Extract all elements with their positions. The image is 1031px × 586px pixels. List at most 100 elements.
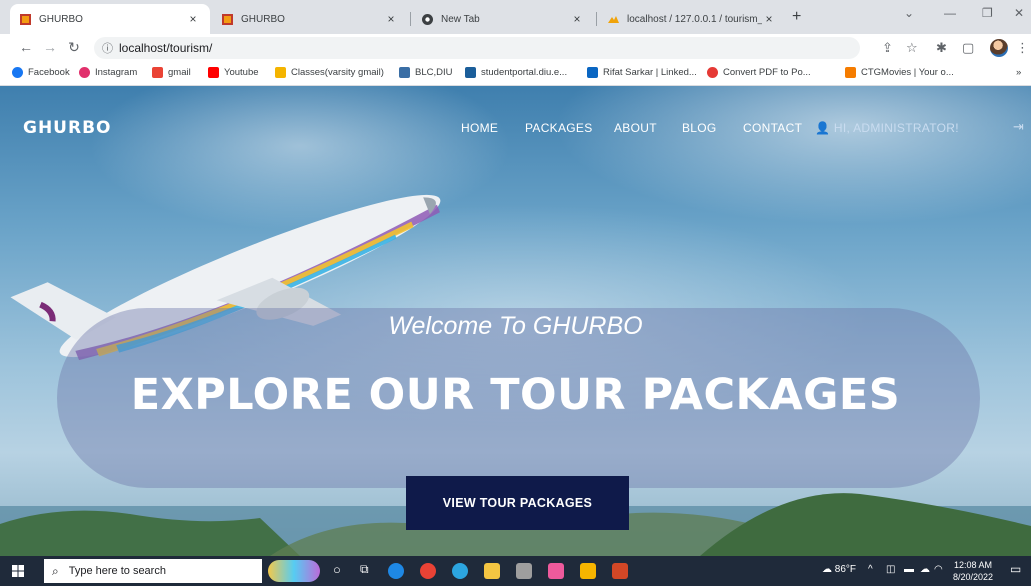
ghurbo-favicon-icon — [20, 13, 31, 25]
hero-section: GHURBO HOME PACKAGES ABOUT BLOG CONTACT … — [0, 86, 1031, 556]
side-panel-icon[interactable]: ▢ — [962, 40, 974, 56]
bookmark-convert-pdf[interactable]: Convert PDF to Po... — [707, 67, 811, 78]
bookmark-gmail[interactable]: gmail — [152, 67, 191, 78]
onedrive-icon[interactable]: ☁ — [920, 564, 930, 575]
wifi-icon[interactable]: ◠ — [934, 564, 943, 575]
powerpoint-icon[interactable] — [612, 563, 628, 579]
telegram-icon[interactable] — [452, 563, 468, 579]
bookmark-label: CTGMovies | Your o... — [861, 67, 954, 78]
close-tab-icon[interactable]: × — [384, 12, 398, 26]
bookmark-linkedin[interactable]: Rifat Sarkar | Linked... — [587, 67, 697, 78]
nav-contact[interactable]: CONTACT — [743, 121, 802, 135]
bookmark-studentportal[interactable]: studentportal.diu.e... — [465, 67, 567, 78]
url-text: localhost/tourism/ — [119, 41, 213, 55]
studentportal-icon — [465, 67, 476, 78]
bookmark-label: studentportal.diu.e... — [481, 67, 568, 78]
classroom-icon — [275, 67, 286, 78]
taskbar-search-box[interactable]: ⌕ Type here to search — [44, 559, 262, 583]
bookmark-instagram[interactable]: Instagram — [79, 67, 137, 78]
back-icon[interactable]: ← — [18, 39, 34, 55]
tab-ghurbo[interactable]: GHURBO × — [212, 4, 408, 34]
browser-menu-icon[interactable]: ⋮ — [1016, 40, 1029, 56]
bookmark-label: Convert PDF to Po... — [723, 67, 811, 78]
user-icon: 👤 — [815, 121, 831, 135]
nav-packages[interactable]: PACKAGES — [525, 121, 593, 135]
pdf-heart-icon — [707, 67, 718, 78]
tab-new-tab[interactable]: New Tab × — [412, 4, 594, 34]
weather-icon: ☁ — [822, 564, 832, 575]
ghurbo-favicon-icon — [222, 13, 233, 25]
bookmark-star-icon[interactable]: ☆ — [906, 40, 918, 56]
chrome-icon[interactable] — [420, 563, 436, 579]
bookmarks-bar: Facebook Instagram gmail Youtube Classes… — [0, 62, 1031, 86]
tab-ghurbo-active[interactable]: GHURBO × — [10, 4, 210, 34]
hero-welcome-text: Welcome To GHURBO — [388, 312, 643, 340]
view-tour-packages-button[interactable]: VIEW TOUR PACKAGES — [406, 476, 629, 530]
search-icon: ⌕ — [52, 563, 59, 578]
edge-icon[interactable] — [388, 563, 404, 579]
site-logo[interactable]: GHURBO — [23, 118, 112, 138]
hero-headline: EXPLORE OUR TOUR PACKAGES — [130, 370, 901, 420]
task-view-icon[interactable]: ⧉ — [360, 562, 369, 577]
bookmark-label: Youtube — [224, 67, 259, 78]
address-bar[interactable]: ⓘ localhost/tourism/ — [94, 37, 860, 59]
youtube-icon — [208, 67, 219, 78]
chrome-favicon-icon — [422, 13, 433, 25]
search-placeholder: Type here to search — [68, 565, 166, 577]
battery-icon[interactable]: ▬ — [904, 564, 914, 575]
weather-widget[interactable]: ☁ 86°F — [822, 564, 856, 575]
office-icon[interactable] — [548, 563, 564, 579]
restore-icon[interactable]: ❐ — [982, 6, 993, 20]
sublime-icon[interactable] — [580, 563, 596, 579]
tab-phpmyadmin[interactable]: localhost / 127.0.0.1 / tourism_di × — [598, 4, 786, 34]
paint-icon[interactable] — [516, 563, 532, 579]
close-tab-icon[interactable]: × — [762, 12, 776, 26]
close-tab-icon[interactable]: × — [570, 12, 584, 26]
ctgmovies-icon — [845, 67, 856, 78]
user-greeting: HI, ADMINISTRATOR! — [833, 121, 959, 135]
temperature: 86°F — [834, 564, 857, 575]
bookmark-label: Instagram — [95, 67, 138, 78]
show-hidden-icons[interactable]: ^ — [868, 564, 873, 575]
site-info-icon[interactable]: ⓘ — [102, 40, 113, 56]
bookmark-youtube[interactable]: Youtube — [208, 67, 259, 78]
tab-separator — [410, 12, 411, 26]
tray-app-icon[interactable]: ◫ — [886, 564, 895, 575]
blc-icon — [399, 67, 410, 78]
linkedin-icon — [587, 67, 598, 78]
close-tab-icon[interactable]: × — [186, 12, 200, 26]
nav-home[interactable]: HOME — [461, 121, 498, 135]
search-highlight-icon[interactable] — [268, 560, 320, 582]
bookmark-label: Facebook — [28, 67, 70, 78]
tab-strip: GHURBO × GHURBO × New Tab × localhost / … — [0, 0, 1031, 34]
tab-title: GHURBO — [241, 13, 285, 25]
nav-about[interactable]: ABOUT — [614, 121, 657, 135]
cortana-icon[interactable]: ○ — [333, 562, 341, 577]
windows-start-icon[interactable] — [12, 565, 24, 577]
share-icon[interactable]: ⇪ — [882, 40, 893, 56]
bookmark-blc-diu[interactable]: BLC,DIU — [399, 67, 452, 78]
more-bookmarks-icon[interactable]: » — [1016, 67, 1021, 78]
forward-icon[interactable]: → — [42, 39, 58, 55]
nav-blog[interactable]: BLOG — [682, 121, 717, 135]
bookmark-classes[interactable]: Classes(varsity gmail) — [275, 67, 384, 78]
nav-user[interactable]: 👤 HI, ADMINISTRATOR! — [815, 121, 959, 135]
system-clock[interactable]: 12:08 AM 8/20/2022 — [948, 559, 998, 583]
bookmark-ctgmovies[interactable]: CTGMovies | Your o... — [845, 67, 954, 78]
clock-time: 12:08 AM — [953, 560, 993, 570]
tab-search-icon[interactable]: ⌄ — [904, 6, 914, 20]
facebook-icon — [12, 67, 23, 78]
bookmark-facebook[interactable]: Facebook — [12, 67, 70, 78]
profile-avatar[interactable] — [990, 39, 1008, 57]
close-window-icon[interactable]: ✕ — [1014, 6, 1024, 20]
extensions-icon[interactable]: ✱ — [936, 40, 947, 56]
tab-title: New Tab — [441, 13, 480, 25]
bookmark-label: BLC,DIU — [415, 67, 453, 78]
new-tab-button[interactable]: + — [792, 8, 801, 26]
logout-icon[interactable]: ⇥ — [1013, 119, 1024, 135]
windows-taskbar: ⌕ Type here to search ○ ⧉ ☁ 86°F ^ ◫ ▬ ☁… — [0, 556, 1031, 586]
notifications-icon[interactable]: ▭ — [1010, 562, 1021, 576]
file-explorer-icon[interactable] — [484, 563, 500, 579]
minimize-icon[interactable]: — — [944, 6, 956, 20]
reload-icon[interactable]: ↻ — [66, 39, 82, 56]
